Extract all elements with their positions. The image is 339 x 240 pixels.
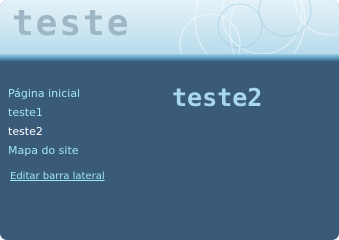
site-frame: teste Página inicial teste1 teste2 Mapa … <box>0 0 339 240</box>
site-header: teste <box>0 0 339 54</box>
site-title[interactable]: teste <box>12 2 130 46</box>
header-divider-band <box>0 54 339 62</box>
edit-sidebar-link[interactable]: Editar barra lateral <box>10 171 105 182</box>
sidebar-item-teste1[interactable]: teste1 <box>8 103 158 122</box>
sidebar-item-teste2[interactable]: teste2 <box>8 122 158 141</box>
sidebar-item-mapa-do-site[interactable]: Mapa do site <box>8 141 158 160</box>
sidebar-nav: Página inicial teste1 teste2 Mapa do sit… <box>8 84 158 160</box>
sidebar-item-pagina-inicial[interactable]: Página inicial <box>8 84 158 103</box>
page-title: teste2 <box>172 83 263 112</box>
